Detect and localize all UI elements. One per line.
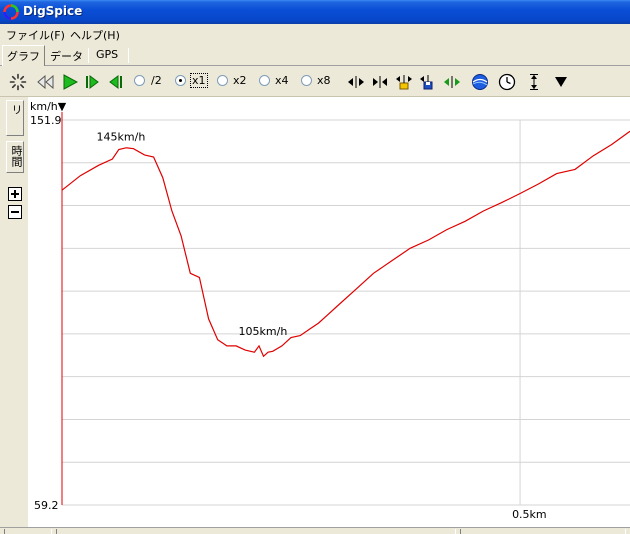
title-bar[interactable]: DigSpice [0,0,630,24]
vertical-range-icon[interactable] [524,72,544,92]
tab-graph[interactable]: グラフ [2,45,45,66]
speed-x4-label: x4 [275,74,289,87]
fit-range-icon[interactable] [394,72,414,92]
tab-gps[interactable]: GPS [92,46,122,65]
tab-divider [88,48,89,63]
speed-x1-radio[interactable] [175,75,186,86]
speed-half-radio[interactable] [134,75,145,86]
status-segment [460,529,626,534]
status-bar [0,527,630,534]
step-back-icon[interactable] [106,72,126,92]
speed-x1-label: x1 [190,73,208,88]
play-icon[interactable] [60,72,80,92]
save-range-icon[interactable] [418,72,438,92]
y-tick-label: 151.9 [30,114,62,127]
app-logo-icon [3,4,19,20]
side-panel: キョリ 時間 [0,97,39,527]
compare-icon[interactable] [442,72,462,92]
x-tick-label: 0.5km [512,508,547,521]
step-forward-icon[interactable] [82,72,102,92]
globe-icon[interactable] [470,72,490,92]
y-tick-label: 59.2 [34,499,59,512]
status-segment [4,529,52,534]
side-tab-time[interactable]: 時間 [6,141,24,173]
toolbar: /2 x1 x2 x4 x8 [0,67,630,97]
zoom-in-button[interactable] [8,187,22,201]
speed-series-line [61,130,630,358]
window-title: DigSpice [23,4,83,18]
side-tab-distance[interactable]: キョリ [6,100,39,136]
speed-chart[interactable]: km/h▼ 0.5km 151.9 59.2 145km/h 105km/h [28,97,630,527]
speed-annotation: 145km/h [97,131,146,144]
speed-x8-label: x8 [317,74,331,87]
expand-horizontal-icon[interactable] [346,72,366,92]
app-window: DigSpice ファイル(F) ヘルプ(H) グラフ データ GPS /2 x… [0,0,630,534]
loading-spinner-icon[interactable] [8,72,28,92]
menu-bar: ファイル(F) ヘルプ(H) [0,24,630,44]
speed-x2-label: x2 [233,74,247,87]
menu-help[interactable]: ヘルプ(H) [70,27,120,43]
tab-strip: グラフ データ GPS [0,44,630,66]
speed-half-label: /2 [151,74,162,87]
speed-x2-radio[interactable] [217,75,228,86]
status-segment [56,529,456,534]
speed-x8-radio[interactable] [301,75,312,86]
rewind-icon[interactable] [36,72,56,92]
chart-canvas: 0.5km 151.9 59.2 145km/h 105km/h [30,112,630,521]
side-tab-time-label: 時間 [10,145,23,167]
tab-divider [128,48,129,63]
shrink-horizontal-icon[interactable] [370,72,390,92]
clock-icon[interactable] [497,72,517,92]
speed-annotation: 105km/h [239,325,288,338]
tab-data[interactable]: データ [46,46,87,65]
speed-x4-radio[interactable] [259,75,270,86]
dropdown-triangle-icon[interactable] [551,72,571,92]
menu-file[interactable]: ファイル(F) [6,27,65,43]
zoom-out-button[interactable] [8,205,22,219]
